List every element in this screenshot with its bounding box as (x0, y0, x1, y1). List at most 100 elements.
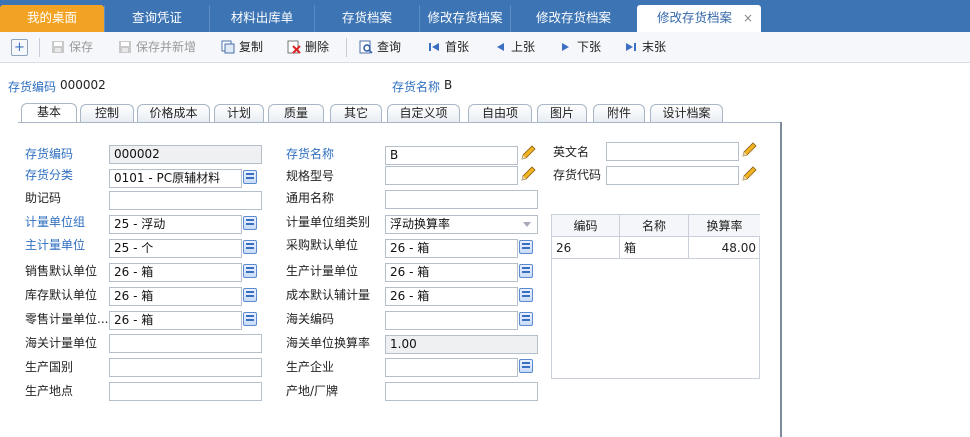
subtab-design-archive[interactable]: 设计档案 (650, 104, 723, 122)
copy-button[interactable]: 复制 (221, 38, 263, 56)
label-spec: 规格型号 (286, 169, 335, 183)
toolbar: + 保存 保存并新增 复制 删除 查询 首张 上张 下张 末张 (0, 32, 970, 63)
tab-active-label: 修改存货档案 (657, 10, 733, 25)
mnemonic-field[interactable] (109, 191, 262, 210)
customs-code-field[interactable] (385, 311, 518, 330)
edit-pencil-icon[interactable] (519, 144, 537, 162)
label-en-name: 英文名 (553, 145, 590, 159)
subtab-basic[interactable]: 基本 (21, 103, 77, 123)
stock-unit-ref-icon[interactable] (243, 288, 257, 302)
cost-unit-field[interactable]: 26 - 箱 (385, 287, 518, 306)
brand-field[interactable] (385, 382, 538, 401)
en-name-pencil-icon[interactable] (740, 141, 758, 159)
label-common-name: 通用名称 (286, 191, 335, 205)
header-code-value: 000002 (60, 78, 106, 92)
inv-name-field[interactable]: B (385, 146, 518, 165)
label-customs-code: 海关编码 (286, 312, 335, 326)
tab-edit-inventory-1[interactable]: 修改存货档案 (419, 5, 510, 32)
origin-country-field[interactable] (109, 358, 262, 377)
label-inv-code2: 存货代码 (553, 168, 602, 182)
tab-edit-inventory-2[interactable]: 修改存货档案 (510, 5, 636, 32)
subtab-plan[interactable]: 计划 (214, 104, 264, 122)
manufacturer-field[interactable] (385, 358, 518, 377)
spec-field[interactable] (385, 166, 518, 185)
header-code-label: 存货编码 (8, 80, 57, 94)
grid-cell-code[interactable]: 26 (552, 237, 620, 259)
prod-unit-field[interactable]: 26 - 箱 (385, 263, 518, 282)
inv-class-field[interactable]: 0101 - PC原辅材料 (109, 169, 242, 188)
customs-rate-field[interactable]: 1.00 (385, 335, 538, 354)
prod-unit-ref-icon[interactable] (519, 264, 533, 278)
sales-unit-ref-icon[interactable] (243, 264, 257, 278)
sales-unit-field[interactable]: 26 - 箱 (109, 263, 242, 282)
grid-cell-rate[interactable]: 48.00 (689, 237, 760, 259)
tab-material-outbound[interactable]: 材料出库单 (209, 5, 314, 32)
inv-code-field[interactable]: 000002 (109, 145, 262, 164)
purchase-unit-ref-icon[interactable] (519, 240, 533, 254)
save-icon (52, 41, 64, 53)
inv-code2-field[interactable] (606, 166, 739, 185)
retail-unit-field[interactable]: 26 - 箱 (109, 311, 242, 330)
main-unit-field[interactable]: 25 - 个 (109, 239, 242, 258)
first-button[interactable]: 首张 (427, 38, 469, 56)
subtab-price-cost[interactable]: 价格成本 (137, 104, 210, 122)
inv-class-ref-icon[interactable] (243, 170, 257, 184)
inv-code2-pencil-icon[interactable] (740, 165, 758, 183)
tab-edit-inventory-active[interactable]: 修改存货档案 × (637, 5, 761, 32)
common-name-field[interactable] (385, 190, 538, 209)
header-name-value: B (444, 78, 453, 92)
purchase-unit-field[interactable]: 26 - 箱 (385, 239, 518, 258)
label-origin-place: 生产地点 (25, 384, 74, 398)
grid-header-code[interactable]: 编码 (552, 215, 620, 237)
label-stock-unit: 库存默认单位 (25, 288, 98, 302)
stock-unit-field[interactable]: 26 - 箱 (109, 287, 242, 306)
save-and-new-button[interactable]: 保存并新增 (118, 38, 196, 56)
grid-header-name[interactable]: 名称 (620, 215, 689, 237)
label-inv-name: 存货名称 (286, 147, 335, 161)
add-button[interactable]: + (11, 39, 28, 56)
close-icon[interactable]: × (743, 5, 753, 31)
prev-icon (497, 43, 504, 51)
label-manufacturer: 生产企业 (286, 360, 335, 374)
grid-header-rate[interactable]: 换算率 (689, 215, 760, 237)
unit-group-field[interactable]: 25 - 浮动 (109, 215, 242, 234)
customs-code-ref-icon[interactable] (519, 312, 533, 326)
tab-inventory-archive[interactable]: 存货档案 (314, 5, 419, 32)
query-icon (359, 40, 373, 54)
next-button[interactable]: 下张 (559, 38, 601, 56)
prev-button[interactable]: 上张 (493, 38, 535, 56)
label-unit-group-type: 计量单位组类别 (286, 215, 371, 229)
unit-group-type-value: 浮动换算率 (390, 217, 451, 231)
spec-pencil-icon[interactable] (519, 165, 537, 183)
delete-button[interactable]: 删除 (287, 38, 329, 56)
manufacturer-ref-icon[interactable] (519, 359, 533, 373)
cost-unit-ref-icon[interactable] (519, 288, 533, 302)
retail-unit-ref-icon[interactable] (243, 312, 257, 326)
subtab-control[interactable]: 控制 (80, 104, 134, 122)
last-button[interactable]: 末张 (624, 38, 666, 56)
subtab-other[interactable]: 其它 (330, 104, 382, 122)
subtab-images[interactable]: 图片 (537, 104, 587, 122)
unit-group-type-select[interactable]: 浮动换算率 (385, 215, 538, 234)
label-brand: 产地/厂牌 (286, 384, 339, 398)
tab-query-voucher[interactable]: 查询凭证 (104, 5, 209, 32)
customs-unit-field[interactable] (109, 334, 262, 353)
label-customs-rate: 海关单位换算率 (286, 336, 371, 350)
unit-group-ref-icon[interactable] (243, 216, 257, 230)
save-button[interactable]: 保存 (51, 38, 93, 56)
save-new-icon (119, 41, 131, 53)
unit-conversion-grid: 编码 名称 换算率 26 箱 48.00 (551, 214, 760, 379)
main-unit-ref-icon[interactable] (243, 240, 257, 254)
tab-home[interactable]: 我的桌面 (0, 5, 104, 32)
label-mnemonic: 助记码 (25, 191, 62, 205)
chevron-down-icon (523, 222, 531, 227)
en-name-field[interactable] (606, 142, 739, 161)
delete-label: 删除 (305, 40, 330, 54)
query-button[interactable]: 查询 (359, 38, 401, 56)
origin-place-field[interactable] (109, 382, 262, 401)
subtab-custom-items[interactable]: 自定义项 (387, 104, 460, 122)
subtab-attachments[interactable]: 附件 (593, 104, 645, 122)
subtab-free-items[interactable]: 自由项 (468, 104, 532, 122)
subtab-quality[interactable]: 质量 (268, 104, 324, 122)
grid-cell-name[interactable]: 箱 (620, 237, 689, 259)
